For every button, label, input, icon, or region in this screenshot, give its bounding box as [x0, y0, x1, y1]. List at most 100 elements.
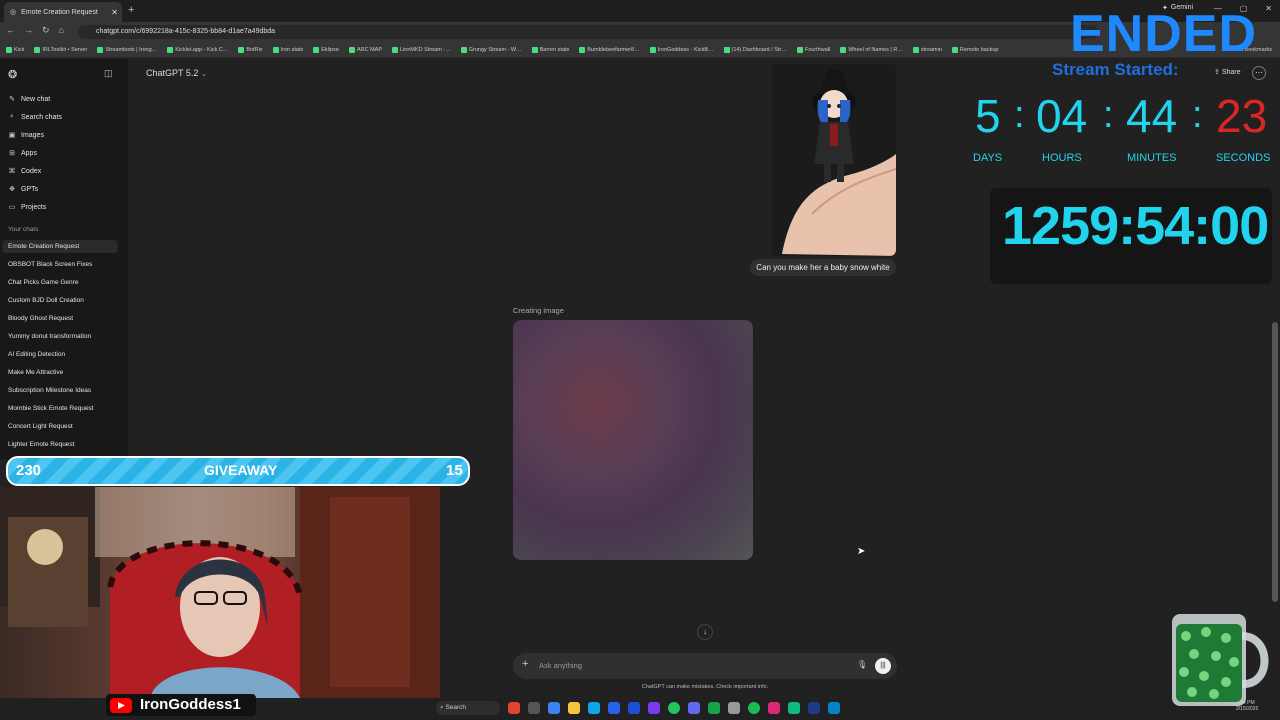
- bookmark-item[interactable]: Bumblebeefarmer8…: [579, 46, 640, 53]
- giveaway-entries: 230: [16, 462, 42, 479]
- sidebar-toggle-icon[interactable]: ◫: [104, 68, 113, 79]
- chrome-icon[interactable]: [668, 702, 680, 714]
- voice-mode-icon[interactable]: |||: [875, 658, 891, 674]
- chat-history-item[interactable]: AI Editing Detection: [8, 351, 65, 358]
- bookmark-item[interactable]: BotRix: [238, 46, 263, 53]
- bookmark-item[interactable]: LinnMKD Stream -…: [392, 46, 451, 53]
- app-icon[interactable]: [828, 702, 840, 714]
- bookmark-favicon-icon: [951, 46, 958, 53]
- browser-tab[interactable]: ◎ Emote Creation Request ✕: [4, 2, 122, 22]
- bookmark-item[interactable]: Wheel of Names | R…: [840, 46, 903, 53]
- share-icon: ⇪: [1214, 69, 1220, 76]
- bookmark-favicon-icon: [723, 46, 730, 53]
- app-icon[interactable]: [768, 702, 780, 714]
- url-field[interactable]: chatgpt.com/c/6992218a-415c-8325-bb84-d1…: [78, 25, 1098, 39]
- bookmark-item[interactable]: Remote backup: [951, 46, 998, 53]
- scroll-down-icon[interactable]: ↓: [697, 624, 713, 640]
- bookmark-item[interactable]: IRLToolkit • Server: [34, 46, 87, 53]
- youtube-icon: [110, 698, 132, 713]
- app-icon[interactable]: [628, 702, 640, 714]
- bookmark-label: (14) Dashboard / Str…: [731, 46, 787, 53]
- file-explorer-icon[interactable]: [568, 702, 580, 714]
- share-label: Share: [1221, 69, 1241, 76]
- ended-overlay: ENDED: [1070, 5, 1258, 63]
- sidebar-item-label: Images: [21, 131, 44, 139]
- app-icon[interactable]: [608, 702, 620, 714]
- sidebar-item-images[interactable]: ▣ Images: [8, 131, 44, 140]
- countdown-label-minutes: MINUTES: [1127, 152, 1177, 164]
- bookmark-item[interactable]: Fourthwall: [796, 46, 830, 53]
- bookmark-item[interactable]: Barren stats: [531, 46, 569, 53]
- bookmark-favicon-icon: [167, 46, 174, 53]
- taskbar-search[interactable]: ⌕ Search: [436, 701, 500, 715]
- chat-history-item[interactable]: Lighter Emote Request: [8, 441, 74, 448]
- more-options-icon[interactable]: ⋯: [1252, 66, 1266, 80]
- chat-history-item[interactable]: Custom BJD Doll Creation: [8, 297, 84, 304]
- discord-icon[interactable]: [688, 702, 700, 714]
- back-icon[interactable]: ←: [6, 25, 15, 36]
- app-icon[interactable]: [548, 702, 560, 714]
- sidebar-item-search-chats[interactable]: ⌕ Search chats: [8, 113, 62, 121]
- app-icon[interactable]: [508, 702, 520, 714]
- taskbar-apps: [508, 702, 840, 714]
- close-tab-icon[interactable]: ✕: [111, 8, 118, 17]
- bookmark-item[interactable]: (14) Dashboard / Str…: [723, 46, 787, 53]
- sidebar-item-apps[interactable]: ⊞ Apps: [8, 149, 37, 158]
- chat-history-item[interactable]: Concert Light Request: [8, 423, 73, 430]
- bookmark-item[interactable]: Eklipse: [313, 46, 339, 53]
- new-tab-icon[interactable]: +: [128, 4, 134, 16]
- close-window-icon[interactable]: ✕: [1265, 4, 1272, 13]
- chat-history-item[interactable]: Subscription Milestone Ideas: [8, 387, 91, 394]
- bookmark-label: Iron stats: [280, 46, 304, 53]
- model-selector[interactable]: ChatGPT 5.2 ⌄: [146, 68, 207, 78]
- bookmark-item[interactable]: streamin: [912, 46, 942, 53]
- chat-history-item[interactable]: Make Me Attractive: [8, 369, 63, 376]
- bookmark-item[interactable]: Iron stats: [272, 46, 304, 53]
- home-icon[interactable]: ⌂: [59, 25, 64, 36]
- forward-icon[interactable]: →: [24, 25, 33, 36]
- app-icon[interactable]: [728, 702, 740, 714]
- chat-history-item[interactable]: Bloody Ghost Request: [8, 315, 73, 322]
- steam-icon[interactable]: [808, 702, 820, 714]
- app-icon[interactable]: [648, 702, 660, 714]
- reload-icon[interactable]: ↻: [42, 25, 50, 36]
- chat-history-item[interactable]: Emote Creation Request: [2, 240, 118, 253]
- bookmark-favicon-icon: [840, 46, 847, 53]
- spotify-icon[interactable]: [748, 702, 760, 714]
- folder-icon: ▭: [8, 204, 16, 211]
- add-attachment-icon[interactable]: +: [522, 658, 528, 670]
- scrollbar[interactable]: [1272, 322, 1278, 602]
- app-icon[interactable]: [708, 702, 720, 714]
- bookmark-item[interactable]: IronGoddess - KickB…: [649, 46, 714, 53]
- stream-timer: 1259:54:00: [1002, 196, 1269, 256]
- chat-history-item[interactable]: Mombie Stick Emote Request: [8, 405, 94, 412]
- bookmark-item[interactable]: Streamloots | Irong…: [97, 46, 157, 53]
- bookmark-item[interactable]: ARC MAP: [348, 46, 382, 53]
- bookmark-favicon-icon: [272, 46, 279, 53]
- sidebar-item-projects[interactable]: ▭ Projects: [8, 203, 47, 212]
- bookmark-favicon-icon: [531, 46, 538, 53]
- sidebar-item-label: GPTs: [21, 185, 39, 193]
- microphone-icon[interactable]: 🎙: [857, 660, 867, 669]
- bookmark-item[interactable]: Grungy Stream - W…: [460, 46, 522, 53]
- chat-history-item[interactable]: Yummy donut transformation: [8, 333, 91, 340]
- share-button[interactable]: ⇪ Share: [1214, 68, 1241, 76]
- sidebar-item-gpts[interactable]: ✥ GPTs: [8, 185, 39, 194]
- chat-history-item[interactable]: Chat Picks Game Genre: [8, 279, 78, 286]
- edge-icon[interactable]: [588, 702, 600, 714]
- uploaded-doll-image[interactable]: [772, 64, 896, 256]
- prompt-input[interactable]: [539, 658, 839, 672]
- giveaway-count: 15: [446, 462, 463, 479]
- sidebar-item-codex[interactable]: ⌘ Codex: [8, 167, 42, 176]
- bookmark-item[interactable]: Kick: [6, 46, 24, 53]
- chat-history-item[interactable]: OBSBOT Black Screen Fixes: [8, 261, 92, 268]
- apps-icon: ⊞: [9, 150, 15, 157]
- bookmark-label: Bumblebeefarmer8…: [587, 46, 640, 53]
- bookmark-item[interactable]: Kicklet.app - Kick C…: [167, 46, 228, 53]
- bookmark-label: ARC MAP: [356, 46, 382, 53]
- app-icon[interactable]: [788, 702, 800, 714]
- app-icon[interactable]: [528, 702, 540, 714]
- openai-logo-icon[interactable]: ❂: [8, 68, 17, 81]
- sidebar-item-new-chat[interactable]: ✎ New chat: [8, 95, 50, 104]
- bookmark-label: IronGoddess - KickB…: [657, 46, 714, 53]
